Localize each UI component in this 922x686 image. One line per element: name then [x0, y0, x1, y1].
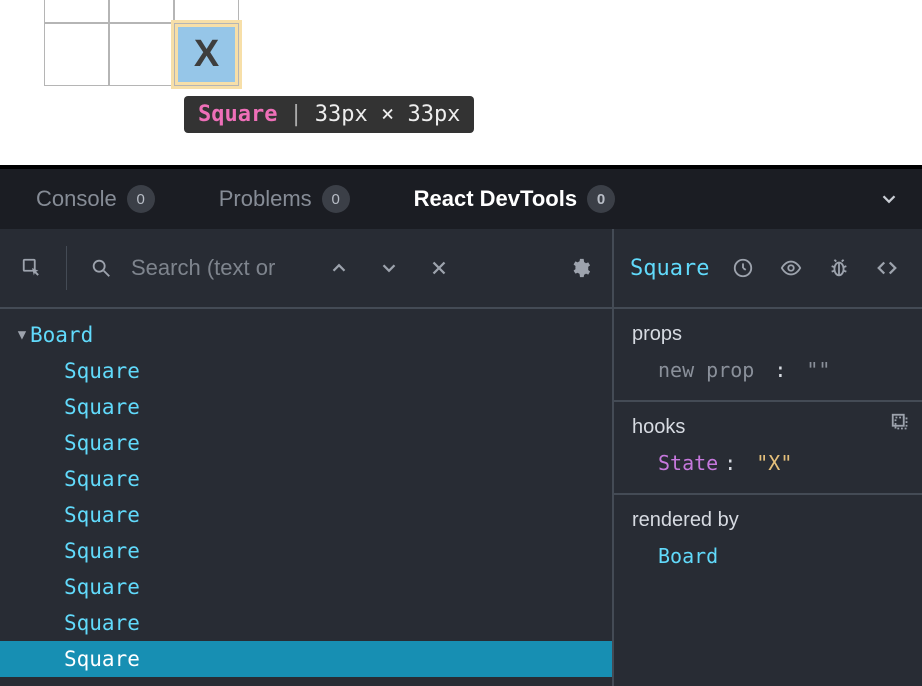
section-title: hooks — [632, 416, 904, 439]
new-prop-value[interactable]: "" — [806, 358, 830, 382]
view-source-icon[interactable] — [868, 246, 906, 290]
tree-node-label: Board — [30, 323, 93, 347]
tree-node-square[interactable]: Square — [0, 569, 612, 605]
tab-console[interactable]: Console 0 — [8, 169, 183, 229]
tree-node-square[interactable]: Square — [0, 497, 612, 533]
section-title: props — [632, 323, 904, 346]
hook-state-label: State — [658, 451, 718, 475]
caret-down-icon: ▼ — [14, 327, 30, 343]
chevron-down-icon[interactable] — [872, 182, 906, 216]
suspense-icon[interactable] — [724, 246, 762, 290]
devtools-panel: Console 0 Problems 0 React DevTools 0 — [0, 165, 922, 686]
tab-label: React DevTools — [414, 186, 577, 212]
square-cell[interactable] — [109, 23, 174, 86]
tab-label: Problems — [219, 186, 312, 212]
gear-icon[interactable] — [558, 246, 602, 290]
component-tree-panel: ▼Board Square Square Square Square Square Squa… — [0, 229, 614, 686]
tree-node-label: Square — [64, 575, 140, 599]
square-cell[interactable] — [174, 0, 239, 23]
app-preview-area: X Square | 33px × 33px — [0, 0, 922, 165]
square-cell-selected[interactable]: X — [174, 23, 239, 86]
inspect-tooltip: Square | 33px × 33px — [184, 96, 474, 133]
tab-badge: 0 — [587, 185, 615, 213]
tooltip-separator: | — [289, 102, 302, 127]
tree-node-square[interactable]: Square — [0, 641, 612, 677]
component-detail-panel: Square props new prop : — [614, 229, 922, 686]
tree-node-label: Square — [64, 395, 140, 419]
tab-react-devtools[interactable]: React DevTools 0 — [386, 169, 643, 229]
tree-node-square[interactable]: Square — [0, 461, 612, 497]
component-tree[interactable]: ▼Board Square Square Square Square Square Squa… — [0, 309, 612, 677]
devtools-tabs: Console 0 Problems 0 React DevTools 0 — [0, 169, 922, 229]
inspect-element-icon[interactable] — [10, 246, 54, 290]
square-cell[interactable] — [109, 0, 174, 23]
square-cell[interactable] — [44, 0, 109, 23]
tree-node-label: Square — [64, 431, 140, 455]
prev-match-icon[interactable] — [317, 246, 361, 290]
tree-node-square[interactable]: Square — [0, 533, 612, 569]
section-title: rendered by — [632, 509, 904, 532]
tree-node-board[interactable]: ▼Board — [0, 317, 612, 353]
new-prop-row[interactable]: new prop : "" — [632, 358, 904, 382]
props-section: props new prop : "" — [614, 309, 922, 402]
tree-node-label: Square — [64, 503, 140, 527]
square-cell[interactable] — [44, 23, 109, 86]
hook-state-value: "X" — [756, 451, 792, 475]
detail-component-name: Square — [630, 256, 714, 281]
hook-state-row[interactable]: State: "X" — [632, 451, 904, 475]
search-icon — [79, 246, 123, 290]
tree-node-square[interactable]: Square — [0, 389, 612, 425]
detail-header: Square — [614, 229, 922, 309]
eye-icon[interactable] — [772, 246, 810, 290]
tic-tac-toe-board: X — [44, 0, 239, 86]
tree-node-label: Square — [64, 359, 140, 383]
tree-node-square[interactable]: Square — [0, 605, 612, 641]
new-prop-label: new prop — [658, 358, 754, 382]
tab-badge: 0 — [322, 185, 350, 213]
tree-node-square[interactable]: Square — [0, 353, 612, 389]
tree-node-label: Square — [64, 467, 140, 491]
tree-node-label: Square — [64, 611, 140, 635]
tree-toolbar — [0, 229, 612, 309]
rendered-by-parent-link[interactable]: Board — [658, 544, 718, 568]
hooks-expand-icon[interactable] — [890, 412, 912, 440]
rendered-by-section: rendered by Board — [614, 495, 922, 586]
tooltip-component-name: Square — [198, 102, 277, 127]
tab-badge: 0 — [127, 185, 155, 213]
tree-node-label: Square — [64, 539, 140, 563]
tree-node-square[interactable]: Square — [0, 425, 612, 461]
bug-icon[interactable] — [820, 246, 858, 290]
hooks-section: hooks State: "X" — [614, 402, 922, 495]
next-match-icon[interactable] — [367, 246, 411, 290]
tree-node-label: Square — [64, 647, 140, 671]
close-icon[interactable] — [417, 246, 461, 290]
tooltip-dimensions: 33px × 33px — [315, 102, 461, 127]
search-input[interactable] — [131, 255, 311, 281]
tab-problems[interactable]: Problems 0 — [191, 169, 378, 229]
tab-label: Console — [36, 186, 117, 212]
